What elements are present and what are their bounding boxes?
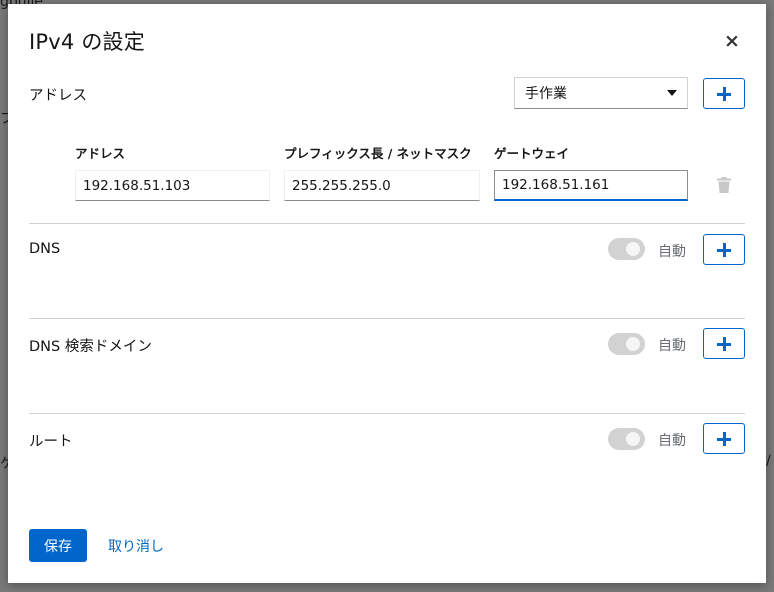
prefix-column-header: プレフィックス長 / ネットマスク	[284, 146, 472, 161]
dns-search-auto-label: 自動	[658, 338, 686, 354]
dialog-title: IPv4 の設定	[29, 30, 145, 54]
toggle-knob	[626, 242, 640, 256]
plus-icon	[717, 431, 731, 446]
gateway-input[interactable]	[494, 170, 688, 201]
address-input[interactable]	[75, 170, 270, 201]
add-route-button[interactable]	[703, 423, 745, 454]
caret-down-icon	[667, 90, 677, 96]
plus-icon	[717, 336, 731, 351]
section-divider	[29, 413, 745, 414]
cancel-link[interactable]: 取り消し	[108, 536, 164, 556]
prefix-input[interactable]	[284, 170, 480, 201]
dns-auto-toggle[interactable]	[608, 238, 645, 260]
plus-icon	[717, 242, 731, 257]
dns-search-auto-toggle[interactable]	[608, 333, 645, 355]
plus-icon	[717, 86, 731, 101]
address-section-label: アドレス	[29, 88, 87, 104]
toggle-knob	[626, 337, 640, 351]
toggle-knob	[626, 432, 640, 446]
routes-auto-toggle[interactable]	[608, 428, 645, 450]
save-button[interactable]: 保存	[29, 529, 87, 562]
add-dns-button[interactable]	[703, 234, 745, 265]
address-method-value: 手作業	[525, 86, 567, 102]
dns-search-section-label: DNS 検索ドメイン	[29, 339, 152, 355]
dns-section-label: DNS	[29, 241, 61, 257]
section-divider	[29, 318, 745, 319]
section-divider	[29, 223, 745, 224]
add-dns-search-button[interactable]	[703, 328, 745, 359]
background-text: /	[766, 453, 771, 469]
address-column-header: アドレス	[75, 146, 126, 161]
add-address-button[interactable]	[703, 78, 745, 109]
gateway-column-header: ゲートウェイ	[494, 146, 570, 161]
close-icon[interactable]: ×	[721, 31, 743, 53]
ipv4-settings-dialog: IPv4 の設定 × アドレス 手作業 アドレス プレフィックス長 / ネットマ…	[8, 4, 766, 583]
routes-auto-label: 自動	[658, 433, 686, 449]
trash-icon[interactable]	[717, 177, 731, 193]
address-method-select[interactable]: 手作業	[514, 77, 688, 109]
routes-section-label: ルート	[29, 434, 73, 450]
dns-auto-label: 自動	[658, 244, 686, 260]
